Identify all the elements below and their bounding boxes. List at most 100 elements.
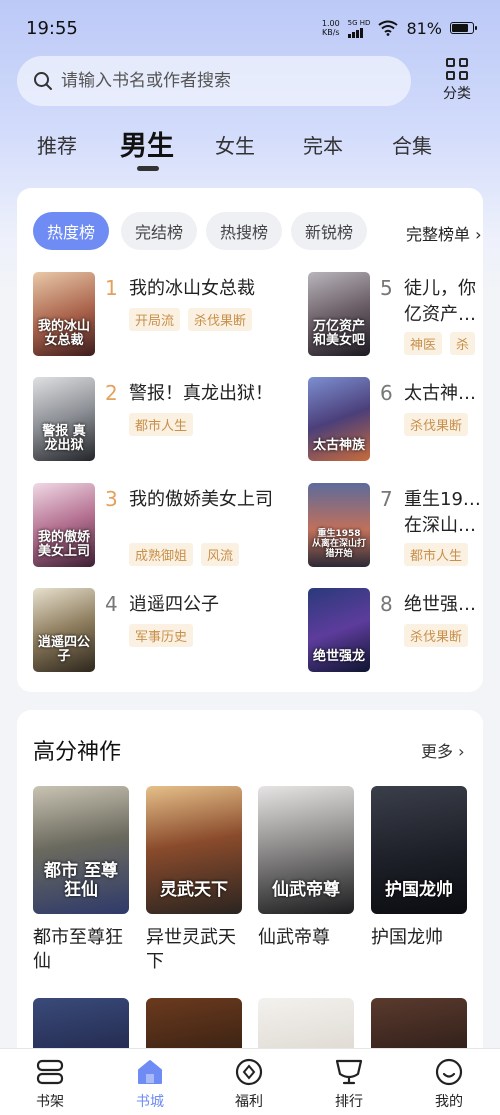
- book-tag: 都市人生: [404, 543, 469, 566]
- search-icon: [34, 72, 52, 90]
- book-tag: 神医: [404, 332, 443, 355]
- nav-profile[interactable]: 我的: [419, 1057, 479, 1111]
- smile-icon: [419, 1057, 479, 1087]
- book-cover: 重生1958 从离在深山打猎开始: [308, 483, 370, 567]
- book-cover: 我的冰山女总裁: [33, 272, 95, 356]
- book-tags: 神医 杀: [404, 332, 476, 355]
- signal-icon: 5G HD: [347, 18, 371, 38]
- cover-title: 警报 真龙出狱: [42, 424, 86, 453]
- nav-bookstore[interactable]: 书城: [120, 1057, 180, 1111]
- nav-ranking[interactable]: 排行: [319, 1057, 379, 1111]
- rank-item[interactable]: 警报 真龙出狱 2 警报！真龙出狱！ 都市人生: [33, 377, 273, 467]
- network-speed: 1.00 KB/s: [322, 19, 340, 37]
- book-card[interactable]: 都市 至尊狂仙 都市至尊狂仙: [33, 786, 129, 974]
- rank-item[interactable]: 太古神族 6 太古神… 杀伐果断: [308, 377, 483, 467]
- rank-number: 3: [105, 487, 118, 511]
- book-card[interactable]: 灵武天下 异世灵武天下: [146, 786, 242, 974]
- book-tags: 军事历史: [129, 624, 194, 647]
- book-cover: 我的傲娇美女上司: [33, 483, 95, 567]
- tab-male[interactable]: 男生: [120, 124, 174, 163]
- network-speed-value: 1.00: [321, 19, 340, 28]
- active-tab-indicator: [137, 166, 159, 171]
- bottom-navigation: 书架 书城 福利 排行 我的: [0, 1048, 500, 1115]
- battery-percent: 81%: [406, 18, 442, 38]
- book-tags: 成熟御姐 风流: [129, 543, 240, 566]
- full-ranking-link[interactable]: 完整榜单 ›: [406, 221, 482, 245]
- rank-tab-search[interactable]: 热搜榜: [206, 212, 282, 250]
- cover-title: 我的傲娇美女上司: [37, 530, 90, 559]
- book-tag: 风流: [201, 543, 240, 566]
- status-bar: 19:55 1.00 KB/s 5G HD 81%: [0, 0, 500, 56]
- full-ranking-label: 完整榜单: [406, 225, 471, 244]
- book-title: 太古神…: [404, 383, 476, 404]
- book-card[interactable]: 仙武帝尊 仙武帝尊: [258, 786, 354, 950]
- rank-number: 2: [105, 381, 118, 405]
- book-cover: 绝世强龙: [308, 588, 370, 672]
- search-bar[interactable]: [17, 56, 411, 106]
- rank-item[interactable]: 我的傲娇美女上司 3 我的傲娇美女上司 成熟御姐 风流: [33, 483, 273, 573]
- rank-number: 4: [105, 592, 118, 616]
- rank-number: 6: [380, 381, 393, 405]
- cover-title: 护国龙帅: [385, 880, 453, 900]
- book-tag: 杀: [450, 332, 476, 355]
- tab-collections[interactable]: 合集: [392, 130, 432, 159]
- rank-item[interactable]: 我的冰山女总裁 1 我的冰山女总裁 开局流 杀伐果断: [33, 272, 273, 362]
- rank-number: 1: [105, 276, 118, 300]
- book-card[interactable]: 护国龙帅 护国龙帅: [371, 786, 467, 950]
- search-row: 分类: [0, 56, 500, 108]
- bookshelf-icon: [20, 1057, 80, 1087]
- book-title: 护国龙帅: [371, 927, 443, 948]
- nav-rewards[interactable]: 福利: [219, 1057, 279, 1111]
- nav-bookshelf[interactable]: 书架: [20, 1057, 80, 1111]
- home-icon: [120, 1057, 180, 1087]
- rank-item[interactable]: 重生1958 从离在深山打猎开始 7 重生19…在深山… 都市人生: [308, 483, 483, 573]
- chevron-right-icon: ›: [458, 742, 465, 761]
- rank-item[interactable]: 逍遥四公子 4 逍遥四公子 军事历史: [33, 588, 273, 678]
- book-tags: 杀伐果断: [404, 413, 469, 436]
- trophy-icon: [319, 1057, 379, 1087]
- category-label: 分类: [443, 86, 471, 102]
- rewards-icon: [219, 1057, 279, 1087]
- book-title: 逍遥四公子: [129, 594, 219, 615]
- rank-tab-finished[interactable]: 完结榜: [121, 212, 197, 250]
- book-tag: 都市人生: [129, 413, 194, 436]
- rank-tab-new[interactable]: 新锐榜: [291, 212, 367, 250]
- book-tag: 杀伐果断: [404, 624, 469, 647]
- book-tag: 成熟御姐: [129, 543, 194, 566]
- category-button[interactable]: 分类: [432, 58, 482, 103]
- book-cover: 仙武帝尊: [258, 786, 354, 914]
- highscore-section: 高分神作 更多 › 都市 至尊狂仙 都市至尊狂仙 灵武天下 异世灵武天下 仙武帝…: [17, 710, 483, 1070]
- book-title: 绝世强…: [404, 594, 476, 615]
- book-cover: 逍遥四公子: [33, 588, 95, 672]
- nav-label: 书城: [136, 1094, 164, 1110]
- tab-recommend[interactable]: 推荐: [37, 130, 77, 159]
- nav-label: 排行: [335, 1094, 363, 1110]
- tab-completed[interactable]: 完本: [303, 130, 343, 159]
- nav-label: 福利: [235, 1094, 263, 1110]
- cover-title: 仙武帝尊: [272, 880, 340, 900]
- book-tags: 都市人生: [404, 543, 469, 566]
- ranking-tabs: 热度榜 完结榜 热搜榜 新锐榜 完整榜单 ›: [33, 212, 483, 252]
- rank-item[interactable]: 绝世强龙 8 绝世强… 杀伐果断: [308, 588, 483, 678]
- book-tag: 杀伐果断: [404, 413, 469, 436]
- more-link[interactable]: 更多 ›: [421, 738, 465, 762]
- rank-number: 7: [380, 487, 393, 511]
- rank-item[interactable]: 万亿资产 和美女吧 5 徒儿，你亿资产… 神医 杀: [308, 272, 483, 362]
- cover-title: 灵武天下: [160, 880, 228, 900]
- tab-female[interactable]: 女生: [215, 130, 255, 159]
- chevron-right-icon: ›: [475, 225, 482, 244]
- search-input[interactable]: [61, 71, 391, 91]
- book-cover: 万亿资产 和美女吧: [308, 272, 370, 356]
- cover-title: 重生1958 从离在深山打猎开始: [312, 529, 367, 559]
- rank-tab-hot[interactable]: 热度榜: [33, 212, 109, 250]
- book-tag: 军事历史: [129, 624, 194, 647]
- cover-title: 我的冰山女总裁: [37, 319, 90, 348]
- rank-number: 5: [380, 276, 393, 300]
- book-tags: 开局流 杀伐果断: [129, 308, 253, 331]
- book-title: 异世灵武天下: [146, 927, 236, 972]
- book-title: 徒儿，你亿资产…: [404, 278, 476, 325]
- signal-label: 5G HD: [347, 18, 371, 27]
- cover-title: 逍遥四公子: [37, 635, 90, 664]
- book-title: 我的冰山女总裁: [129, 278, 255, 299]
- book-tags: 杀伐果断: [404, 624, 469, 647]
